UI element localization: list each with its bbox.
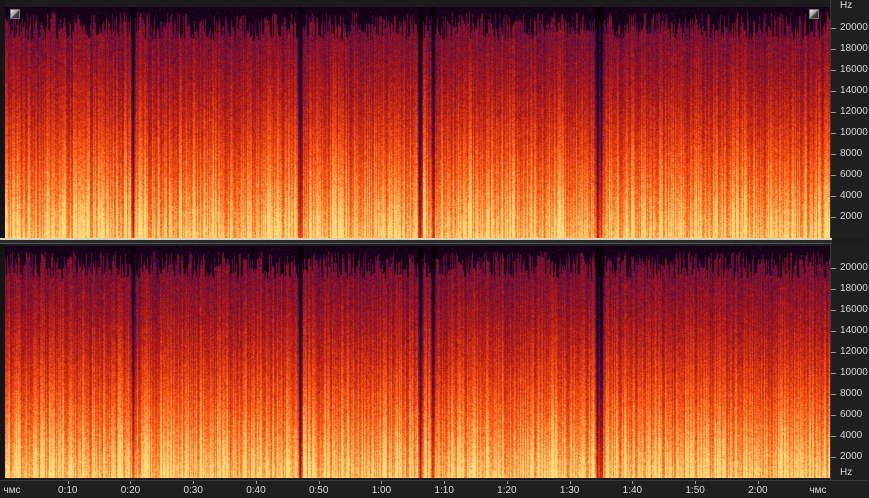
channel-divider[interactable] xyxy=(0,238,832,244)
time-tick xyxy=(318,481,320,484)
hz-unit-label-bottom: Hz xyxy=(840,467,853,478)
top-freq-tick xyxy=(831,91,836,93)
hz-unit-label-top: Hz xyxy=(840,0,853,11)
bottom-freq-label: 20000 xyxy=(840,261,868,273)
top-freq-label: 6000 xyxy=(840,169,863,181)
top-freq-tick xyxy=(831,217,836,219)
top-freq-label: 10000 xyxy=(840,127,868,139)
top-freq-label: 20000 xyxy=(840,22,868,34)
top-freq-tick xyxy=(831,154,836,156)
top-freq-label: 18000 xyxy=(840,43,868,55)
top-freq-tick xyxy=(831,196,836,198)
top-freq-tick xyxy=(831,28,836,30)
time-tick xyxy=(67,481,69,484)
top-freq-label: 16000 xyxy=(840,64,868,76)
time-label: 1:40 xyxy=(622,485,643,496)
bottom-freq-label: 8000 xyxy=(840,387,863,399)
time-tick xyxy=(695,481,697,484)
bottom-freq-label: 16000 xyxy=(840,303,868,315)
top-freq-tick xyxy=(831,70,836,72)
time-label: 0:10 xyxy=(58,485,78,496)
time-label: 1:20 xyxy=(497,485,517,496)
bottom-freq-tick xyxy=(831,288,836,290)
time-tick xyxy=(130,481,132,484)
spectrogram-channel-left[interactable] xyxy=(5,7,830,238)
frequency-ruler-bottom[interactable]: Hz 20000 18000 16000 14000 12000 10000 8000 600… xyxy=(830,244,869,480)
time-unit-label-right: чмс xyxy=(809,485,827,496)
bottom-freq-tick xyxy=(831,372,836,374)
bottom-freq-tick xyxy=(831,267,836,269)
top-freq-label: 4000 xyxy=(840,190,863,202)
bottom-freq-label: 18000 xyxy=(840,282,868,294)
bottom-freq-tick xyxy=(831,435,836,437)
top-freq-tick xyxy=(831,49,836,51)
time-label: 1:00 xyxy=(371,485,392,496)
time-tick xyxy=(632,481,634,484)
top-freq-label: 2000 xyxy=(840,211,863,223)
time-tick xyxy=(193,481,195,484)
bottom-freq-tick xyxy=(831,351,836,353)
time-tick xyxy=(444,481,446,484)
bottom-freq-label: 2000 xyxy=(840,450,863,462)
top-freq-tick xyxy=(831,175,836,177)
bottom-freq-label: 14000 xyxy=(840,324,868,336)
bottom-freq-tick xyxy=(831,309,836,311)
time-tick xyxy=(255,481,257,484)
top-freq-tick xyxy=(831,112,836,114)
time-tick xyxy=(569,481,571,484)
bottom-freq-label: 10000 xyxy=(840,366,868,378)
top-freq-tick xyxy=(831,133,836,135)
time-tick xyxy=(381,481,383,484)
time-label: 1:10 xyxy=(434,485,454,496)
spectrogram-channel-right[interactable] xyxy=(5,246,830,478)
bottom-freq-tick xyxy=(831,414,836,416)
time-label: 0:30 xyxy=(183,485,203,496)
zoom-corner-left-button[interactable] xyxy=(10,9,20,19)
time-label: 2:00 xyxy=(748,485,768,496)
time-label: 0:50 xyxy=(308,485,329,496)
frequency-ruler-top[interactable]: Hz 20000 18000 16000 14000 12000 10000 8000 600… xyxy=(830,0,869,238)
top-freq-label: 12000 xyxy=(840,106,868,118)
time-label: 0:40 xyxy=(246,485,266,496)
bottom-freq-label: 4000 xyxy=(840,429,863,441)
zoom-corner-right-button[interactable] xyxy=(809,9,819,19)
time-ruler[interactable]: чмс чмс 0:10 0:20 0:30 0:40 0:50 1:00 1:10 1:20… xyxy=(0,480,869,498)
time-tick xyxy=(757,481,759,484)
bottom-freq-tick xyxy=(831,393,836,395)
time-label: 1:50 xyxy=(685,485,705,496)
bottom-freq-label: 6000 xyxy=(840,408,863,420)
top-freq-label: 8000 xyxy=(840,148,863,160)
time-tick xyxy=(506,481,508,484)
top-freq-label: 14000 xyxy=(840,85,868,97)
time-label: 0:20 xyxy=(120,485,141,496)
time-unit-label-left: чмс xyxy=(3,485,21,496)
bottom-freq-tick xyxy=(831,330,836,332)
time-label: 1:30 xyxy=(559,485,580,496)
bottom-freq-label: 12000 xyxy=(840,345,868,357)
bottom-freq-tick xyxy=(831,456,836,458)
